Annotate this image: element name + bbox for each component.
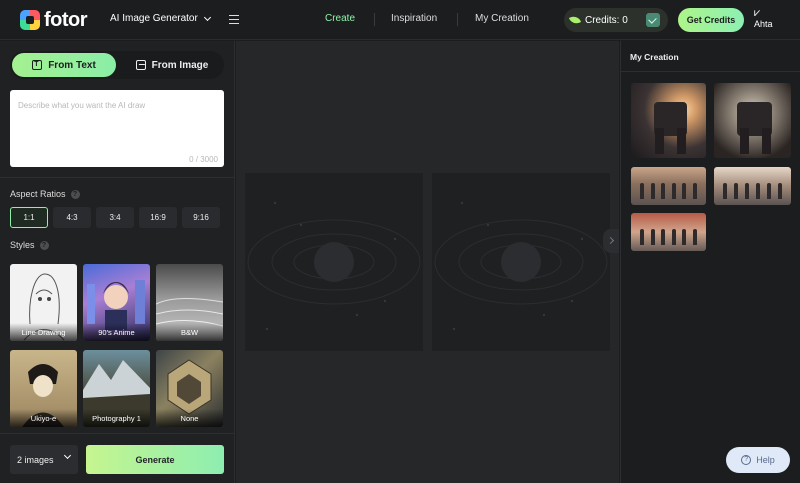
nav-create[interactable]: Create — [325, 13, 355, 24]
style-line-drawing[interactable]: Line Drawing — [10, 264, 77, 341]
mech-shape — [762, 128, 771, 154]
my-creation-title: My Creation — [630, 52, 679, 62]
creation-thumbnail[interactable] — [714, 167, 791, 205]
mech-shape — [740, 128, 749, 154]
canvas-area — [236, 41, 619, 483]
mode-tabs: From Text From Image — [10, 51, 224, 79]
avatar[interactable]: ⩗ Ahta — [754, 8, 784, 34]
creation-thumbnail[interactable] — [631, 213, 706, 251]
style-label: Photography 1 — [83, 409, 150, 427]
style-bw[interactable]: B&W — [156, 264, 223, 341]
style-90s-anime[interactable]: 90's Anime — [83, 264, 150, 341]
creation-thumbnail[interactable] — [714, 83, 791, 158]
credits-label: Credits: — [585, 14, 620, 26]
my-creation-panel: My Creation — [620, 41, 800, 483]
generate-button[interactable]: Generate — [86, 445, 224, 474]
image-count-select[interactable]: 2 images — [10, 445, 78, 474]
style-label: None — [156, 409, 223, 427]
help-label: Help — [756, 455, 775, 465]
ratio-4-3[interactable]: 4:3 — [53, 207, 91, 228]
ratio-3-4[interactable]: 3:4 — [96, 207, 134, 228]
avatar-text: Ahta — [754, 19, 773, 29]
generate-bar: 2 images Generate — [0, 433, 234, 483]
styles-title: Styles — [10, 240, 35, 250]
credit-check-icon[interactable] — [646, 13, 660, 27]
tab-from-image[interactable]: From Image — [120, 53, 224, 77]
top-bar: fotor AI Image Generator Create Inspirat… — [0, 0, 800, 40]
generator-label: AI Image Generator — [110, 13, 198, 24]
generator-dropdown[interactable]: AI Image Generator — [110, 13, 211, 24]
tab-from-image-label: From Image — [151, 59, 209, 71]
style-label: B&W — [156, 323, 223, 341]
char-counter: 0 / 3000 — [189, 155, 218, 164]
logo[interactable]: fotor — [20, 9, 88, 31]
image-placeholder — [432, 173, 610, 351]
creation-thumbnail[interactable] — [631, 167, 706, 205]
chevron-down-icon — [63, 451, 72, 460]
question-icon[interactable]: ? — [70, 189, 80, 199]
aspect-ratio-options: 1:1 4:3 3:4 16:9 9:16 — [10, 207, 220, 228]
people-figures — [631, 229, 706, 247]
nav-divider — [457, 13, 458, 26]
text-icon — [32, 60, 43, 70]
planet-placeholder-icon — [247, 201, 421, 331]
ratio-16-9[interactable]: 16:9 — [139, 207, 177, 228]
style-label: 90's Anime — [83, 323, 150, 341]
question-icon: ? — [741, 455, 752, 465]
collapse-panel-handle[interactable] — [603, 229, 619, 253]
style-none[interactable]: None — [156, 350, 223, 427]
style-label: Ukiyo-e — [10, 409, 77, 427]
question-icon[interactable]: ? — [39, 240, 49, 250]
tab-from-text[interactable]: From Text — [12, 53, 116, 77]
mech-shape — [677, 128, 686, 154]
credits-badge[interactable]: Credits: 0 — [564, 8, 668, 32]
aspect-ratios-title: Aspect Ratios — [10, 189, 66, 199]
style-photography-1[interactable]: Photography 1 — [83, 350, 150, 427]
ratio-1-1[interactable]: 1:1 — [10, 207, 48, 228]
image-icon — [135, 60, 146, 70]
people-figures — [631, 183, 706, 201]
mech-shape — [655, 128, 664, 154]
chevron-down-icon — [203, 13, 211, 21]
divider — [0, 177, 234, 178]
creation-thumbnail[interactable] — [631, 83, 706, 158]
nav-divider — [374, 13, 375, 26]
credits-value: 0 — [622, 14, 628, 26]
fotor-logo-icon — [20, 10, 40, 30]
nav-inspiration[interactable]: Inspiration — [391, 13, 437, 24]
aspect-ratios-heading: Aspect Ratios ? — [10, 189, 80, 199]
style-label: Line Drawing — [10, 323, 77, 341]
prompt-box: 0 / 3000 — [10, 90, 224, 167]
left-panel: From Text From Image 0 / 3000 Aspect Rat… — [0, 41, 235, 483]
styles-heading: Styles ? — [10, 240, 49, 250]
avatar-logo-icon: ⩗ — [754, 7, 761, 19]
hamburger-menu-icon[interactable] — [229, 15, 239, 24]
image-placeholder — [245, 173, 423, 351]
help-button[interactable]: ? Help — [726, 447, 790, 473]
logo-text: fotor — [44, 9, 88, 31]
style-ukiyo-e[interactable]: Ukiyo-e — [10, 350, 77, 427]
ratio-9-16[interactable]: 9:16 — [182, 207, 220, 228]
divider — [621, 71, 800, 72]
nav-my-creation[interactable]: My Creation — [475, 13, 529, 24]
get-credits-button[interactable]: Get Credits — [678, 8, 744, 32]
planet-placeholder-icon — [434, 201, 608, 331]
leaf-icon — [568, 14, 582, 26]
image-count-value: 2 images — [17, 454, 54, 465]
tab-from-text-label: From Text — [48, 59, 96, 71]
people-figures — [714, 183, 791, 201]
